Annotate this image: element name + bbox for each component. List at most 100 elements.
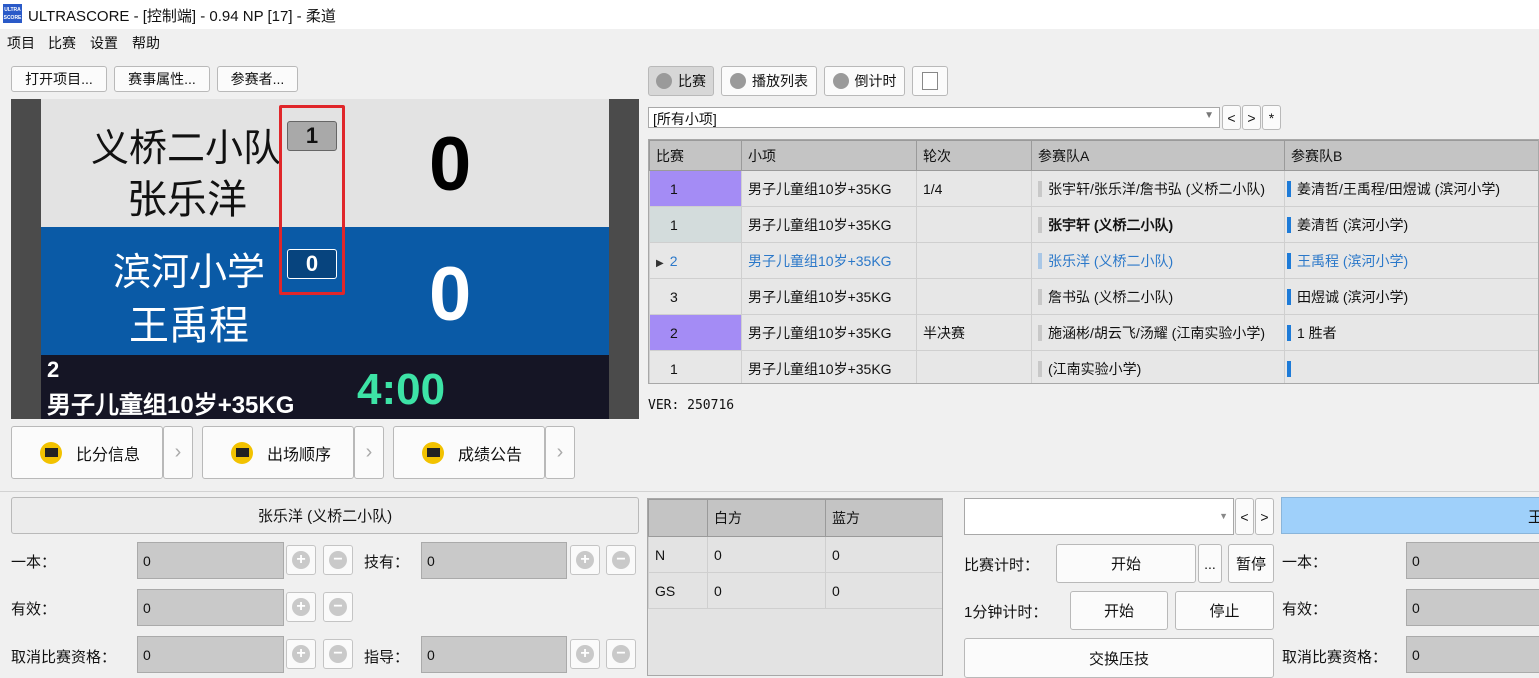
tab-match[interactable]: 比赛 xyxy=(648,66,714,96)
participants-button[interactable]: 参赛者... xyxy=(217,66,298,92)
table-row[interactable]: 3 男子儿童组10岁+35KG 詹书弘 (义桥二小队) 田煜诚 (滨河小学) xyxy=(650,279,1539,315)
results-arrow-button[interactable]: › xyxy=(545,426,575,479)
control-prev-button[interactable]: < xyxy=(1235,498,1254,535)
white-shido-minus-button[interactable]: − xyxy=(606,639,636,669)
filter-all-button[interactable]: * xyxy=(1262,105,1281,130)
white-hansoku-plus-button[interactable]: + xyxy=(286,639,316,669)
minute-timer-start-button[interactable]: 开始 xyxy=(1070,591,1168,630)
round-cell xyxy=(917,351,1032,385)
team-b-text: 姜清哲/王禹程/田煜诚 (滨河小学) xyxy=(1287,181,1500,197)
control-next-button[interactable]: > xyxy=(1255,498,1274,535)
tab-countdown-label: 倒计时 xyxy=(855,71,897,91)
match-no-cell: 2 xyxy=(650,315,742,351)
white-shido-field[interactable]: 0 xyxy=(421,636,567,673)
team-a-text: 施涵彬/胡云飞/汤耀 (江南实验小学) xyxy=(1038,325,1265,341)
results-button[interactable]: 成绩公告 xyxy=(393,426,545,479)
team-b-text: 田煜诚 (滨河小学) xyxy=(1287,289,1408,305)
column-header[interactable]: 参赛队A xyxy=(1032,141,1285,171)
score-info-button[interactable]: 比分信息 xyxy=(11,426,163,479)
white-ippon-minus-button[interactable]: − xyxy=(323,545,353,575)
chevron-down-icon: ▼ xyxy=(1204,110,1214,121)
score-info-arrow-button[interactable]: › xyxy=(163,426,193,479)
match-timer-label: 比赛计时： xyxy=(964,554,1039,575)
white-yuko-plus-button[interactable]: + xyxy=(286,592,316,622)
category-filter-dropdown[interactable]: [所有小项] ▼ xyxy=(648,107,1220,128)
match-no-cell: ▶2 xyxy=(650,243,742,279)
column-header[interactable]: 比赛 xyxy=(650,141,742,171)
control-dropdown[interactable]: ▼ xyxy=(964,498,1234,535)
team-b-text: 1 胜者 xyxy=(1287,325,1337,341)
team-b-text: 王禹程 (滨河小学) xyxy=(1287,253,1408,269)
column-header[interactable]: 轮次 xyxy=(917,141,1032,171)
white-yuko-minus-button[interactable]: − xyxy=(323,592,353,622)
document-button[interactable] xyxy=(912,66,948,96)
clock-icon xyxy=(833,73,849,89)
white-waza-plus-button[interactable]: + xyxy=(570,545,600,575)
minute-timer-label: 1分钟计时： xyxy=(964,601,1047,622)
swap-osaekomi-button[interactable]: 交换压技 xyxy=(964,638,1274,678)
white-score: 0 xyxy=(429,125,471,205)
filter-next-button[interactable]: > xyxy=(1242,105,1261,130)
white-waza-minus-button[interactable]: − xyxy=(606,545,636,575)
match-no-cell: 3 xyxy=(650,279,742,315)
match-no-text: 2 xyxy=(670,253,678,269)
tab-playlist-label: 播放列表 xyxy=(752,71,808,91)
menu-item-settings[interactable]: 设置 xyxy=(90,33,118,53)
table-row[interactable]: 1 男子儿童组10岁+35KG (江南实验小学) xyxy=(650,351,1539,385)
white-competitor-name-bar[interactable]: 张乐洋 (义桥二小队) xyxy=(11,497,639,534)
white-hansoku-minus-button[interactable]: − xyxy=(323,639,353,669)
match-timer-start-button[interactable]: 开始 xyxy=(1056,544,1196,583)
team-a-cell: 施涵彬/胡云飞/汤耀 (江南实验小学) xyxy=(1032,315,1285,351)
team-a-text: (江南实验小学) xyxy=(1038,361,1141,377)
white-ippon-plus-button[interactable]: + xyxy=(286,545,316,575)
column-header[interactable]: 小项 xyxy=(742,141,917,171)
open-project-button[interactable]: 打开项目... xyxy=(11,66,107,92)
blue-competitor-name-bar[interactable]: 王 xyxy=(1281,497,1539,534)
minus-icon: − xyxy=(612,551,630,569)
category-cell: 男子儿童组10岁+35KG xyxy=(742,207,917,243)
column-header[interactable]: 参赛队B xyxy=(1285,141,1539,171)
minute-timer-stop-button[interactable]: 停止 xyxy=(1175,591,1274,630)
team-a-cell: (江南实验小学) xyxy=(1032,351,1285,385)
white-hansoku-label: 取消比赛资格： xyxy=(11,646,116,667)
stats-header: 白方 蓝方 xyxy=(649,500,944,537)
column-header: 蓝方 xyxy=(826,500,944,537)
blue-yuko-field[interactable]: 0 xyxy=(1406,589,1539,626)
match-timer-pause-button[interactable]: 暂停 xyxy=(1228,544,1274,583)
white-hansoku-field[interactable]: 0 xyxy=(137,636,284,673)
white-ippon-field[interactable]: 0 xyxy=(137,542,284,579)
table-row[interactable]: 2 男子儿童组10岁+35KG 半决赛 施涵彬/胡云飞/汤耀 (江南实验小学) … xyxy=(650,315,1539,351)
table-row[interactable]: 1 男子儿童组10岁+35KG 张宇轩 (义桥二小队) 姜清哲 (滨河小学) xyxy=(650,207,1539,243)
team-b-cell xyxy=(1285,351,1539,385)
event-properties-button[interactable]: 赛事属性... xyxy=(114,66,210,92)
match-timer-more-button[interactable]: ... xyxy=(1198,544,1222,583)
blue-athlete-name: 王禹程 xyxy=(129,293,249,351)
blue-hansoku-field[interactable]: 0 xyxy=(1406,636,1539,673)
monitor-icon xyxy=(231,442,253,464)
tab-playlist[interactable]: 播放列表 xyxy=(721,66,817,96)
category-cell: 男子儿童组10岁+35KG xyxy=(742,243,917,279)
menu-item-project[interactable]: 项目 xyxy=(7,33,35,53)
order-arrow-button[interactable]: › xyxy=(354,426,384,479)
chevron-down-icon: ▼ xyxy=(1219,511,1228,521)
menu-item-match[interactable]: 比赛 xyxy=(48,33,76,53)
white-shido-plus-button[interactable]: + xyxy=(570,639,600,669)
blue-yuko-label: 有效： xyxy=(1282,598,1327,619)
tab-countdown[interactable]: 倒计时 xyxy=(824,66,905,96)
table-row-selected[interactable]: ▶2 男子儿童组10岁+35KG 张乐洋 (义桥二小队) 王禹程 (滨河小学) xyxy=(650,243,1539,279)
match-tab-icon xyxy=(656,73,672,89)
team-a-cell: 张宇轩/张乐洋/詹书弘 (义桥二小队) xyxy=(1032,171,1285,207)
order-label: 出场顺序 xyxy=(267,441,331,465)
blue-ippon-field[interactable]: 0 xyxy=(1406,542,1539,579)
white-waza-field[interactable]: 0 xyxy=(421,542,567,579)
match-table-container: 比赛 小项 轮次 参赛队A 参赛队B 1 男子儿童组10岁+35KG 1/4 张… xyxy=(648,139,1539,384)
order-button[interactable]: 出场顺序 xyxy=(202,426,354,479)
white-shido-label: 指导： xyxy=(364,646,409,667)
white-yuko-field[interactable]: 0 xyxy=(137,589,284,626)
table-row[interactable]: 1 男子儿童组10岁+35KG 1/4 张宇轩/张乐洋/詹书弘 (义桥二小队) … xyxy=(650,171,1539,207)
round-cell xyxy=(917,207,1032,243)
team-b-cell: 姜清哲 (滨河小学) xyxy=(1285,207,1539,243)
filter-prev-button[interactable]: < xyxy=(1222,105,1241,130)
menu-item-help[interactable]: 帮助 xyxy=(132,33,160,53)
minus-icon: − xyxy=(612,645,630,663)
